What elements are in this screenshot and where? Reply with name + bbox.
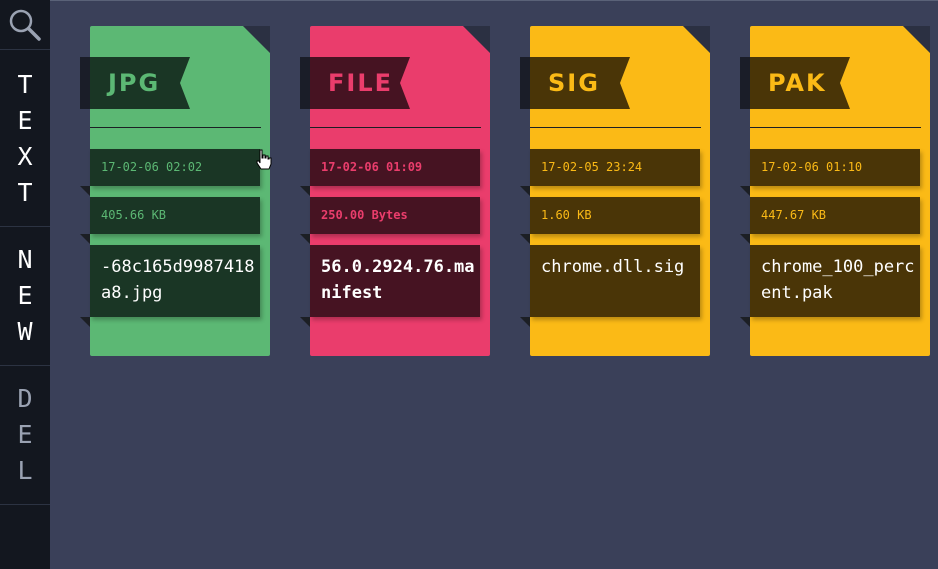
page-fold-shadow xyxy=(903,26,930,53)
file-date: 17-02-06 02:02 xyxy=(101,160,203,174)
file-name: chrome_100_percent.pak xyxy=(761,257,915,303)
file-date-row: 17-02-05 23:24 xyxy=(520,149,700,196)
file-date-row: 17-02-06 01:09 xyxy=(300,149,480,196)
nav-letter: W xyxy=(17,317,33,346)
file-date: 17-02-06 01:09 xyxy=(321,160,423,174)
nav-letter: E xyxy=(17,420,33,449)
top-border xyxy=(50,0,938,1)
file-date: 17-02-06 01:10 xyxy=(761,160,863,174)
file-card[interactable]: JPG 17-02-06 02:02 405.66 KB -68c165d998741… xyxy=(80,26,270,356)
nav-letter: D xyxy=(17,384,33,413)
file-type-label: PAK xyxy=(768,69,827,97)
nav-letter: T xyxy=(17,69,33,99)
file-type-tag: JPG xyxy=(80,57,200,109)
nav-letter: E xyxy=(17,281,33,310)
file-size-row: 250.00 Bytes xyxy=(300,197,480,244)
page-fold-shadow xyxy=(683,26,710,53)
file-name-row: chrome_100_percent.pak xyxy=(740,245,920,327)
nav-item-text[interactable]: TEXT xyxy=(0,51,50,227)
file-type-tag: SIG xyxy=(520,57,640,109)
nav-letter: N xyxy=(17,245,33,274)
sidebar: TEXT NEW DEL xyxy=(0,0,50,569)
file-size: 250.00 Bytes xyxy=(321,208,408,222)
nav-letter: E xyxy=(17,105,33,135)
file-type-tag: PAK xyxy=(740,57,860,109)
nav-item-new[interactable]: NEW xyxy=(0,227,50,366)
file-type-label: JPG xyxy=(108,69,161,97)
file-name: chrome.dll.sig xyxy=(541,257,685,277)
file-name: 56.0.2924.76.manifest xyxy=(321,257,475,303)
page-fold-shadow xyxy=(243,26,270,53)
file-size-row: 405.66 KB xyxy=(80,197,260,244)
file-type-label: FILE xyxy=(328,69,394,97)
file-name-row: -68c165d9987418a8.jpg xyxy=(80,245,260,327)
file-size-row: 1.60 KB xyxy=(520,197,700,244)
file-name: -68c165d9987418a8.jpg xyxy=(101,257,255,303)
file-date-row: 17-02-06 02:02 xyxy=(80,149,260,196)
hand-cursor-icon xyxy=(256,149,272,170)
file-name-row: 56.0.2924.76.manifest xyxy=(300,245,480,327)
search-button[interactable] xyxy=(0,0,50,50)
file-size: 405.66 KB xyxy=(101,208,167,222)
nav-letter: X xyxy=(17,141,33,171)
file-card[interactable]: PAK 17-02-06 01:10 447.67 KB chrome_100_per… xyxy=(740,26,930,356)
file-size-row: 447.67 KB xyxy=(740,197,920,244)
file-type-label: SIG xyxy=(548,69,600,97)
nav-letter: L xyxy=(17,456,33,485)
file-type-tag: FILE xyxy=(300,57,420,109)
search-icon xyxy=(9,9,41,41)
file-name-row: chrome.dll.sig xyxy=(520,245,700,327)
nav-letter: T xyxy=(17,177,33,207)
divider xyxy=(530,127,701,128)
divider xyxy=(90,127,261,128)
file-card[interactable]: FILE 17-02-06 01:09 250.00 Bytes 56.0.2924.… xyxy=(300,26,490,356)
file-card[interactable]: SIG 17-02-05 23:24 1.60 KB chrome.dll.sig xyxy=(520,26,710,356)
file-date: 17-02-05 23:24 xyxy=(541,160,643,174)
file-size: 1.60 KB xyxy=(541,208,592,222)
file-date-row: 17-02-06 01:10 xyxy=(740,149,920,196)
file-size: 447.67 KB xyxy=(761,208,827,222)
divider xyxy=(750,127,921,128)
page-fold-shadow xyxy=(463,26,490,53)
divider xyxy=(310,127,481,128)
nav-item-del[interactable]: DEL xyxy=(0,366,50,505)
